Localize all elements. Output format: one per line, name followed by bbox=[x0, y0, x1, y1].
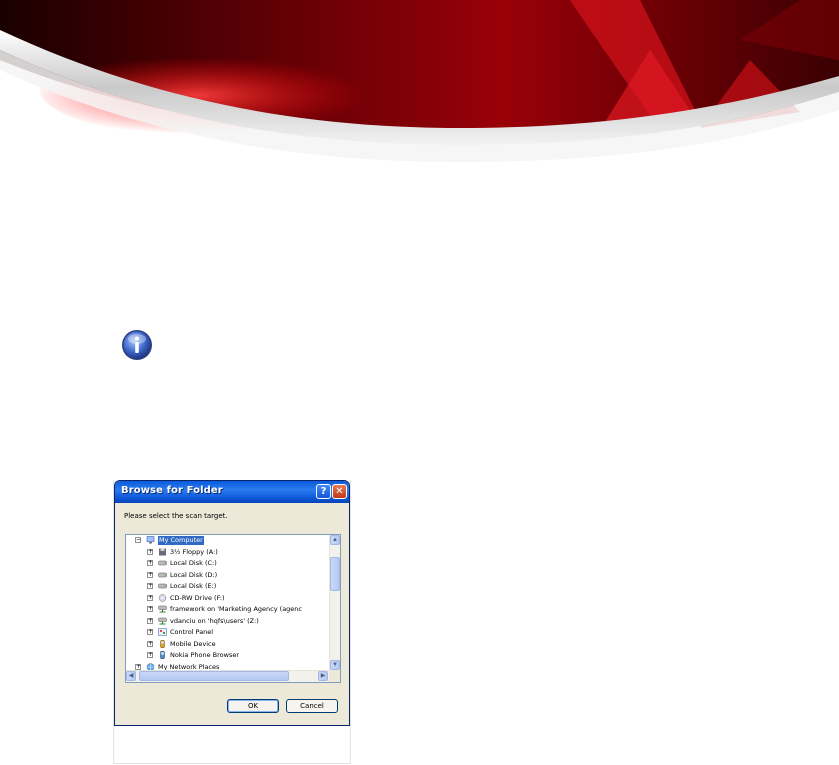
disk-icon bbox=[158, 559, 167, 567]
tree-item[interactable]: +3½ Floppy (A:) bbox=[126, 547, 331, 558]
tree-item[interactable]: + vdanciu on 'hqfs\users' (Z:) bbox=[126, 616, 331, 627]
floppy-icon bbox=[158, 548, 167, 556]
control-panel-icon bbox=[158, 628, 167, 636]
tree-item-label: CD-RW Drive (F:) bbox=[170, 593, 225, 602]
vertical-scroll-thumb[interactable] bbox=[330, 557, 340, 591]
tree-item-label: Local Disk (E:) bbox=[170, 582, 217, 590]
scroll-up-button[interactable]: ▲ bbox=[330, 535, 340, 545]
tree-item-label: My Computer bbox=[158, 536, 204, 545]
horizontal-scroll-thumb[interactable] bbox=[139, 671, 289, 681]
tree-item-label: Nokia Phone Browser bbox=[170, 651, 239, 659]
cancel-button[interactable]: Cancel bbox=[286, 699, 338, 713]
expand-toggle-icon[interactable]: + bbox=[147, 560, 153, 566]
expand-toggle-icon[interactable]: + bbox=[147, 571, 153, 578]
info-icon bbox=[122, 330, 152, 360]
tree-item[interactable]: + Nokia Phone Browser bbox=[126, 650, 331, 661]
expand-toggle-icon[interactable]: + bbox=[135, 663, 141, 670]
tree-item-label: framework on 'Marketing Agency (agenc bbox=[170, 605, 302, 613]
scroll-down-button[interactable]: ▼ bbox=[330, 660, 340, 670]
mobile-device-icon bbox=[158, 639, 167, 648]
expand-toggle-icon[interactable]: + bbox=[147, 548, 153, 555]
dialog-titlebar[interactable]: Browse for Folder ? ✕ bbox=[115, 481, 349, 503]
tree-item[interactable]: − My Computer bbox=[126, 535, 331, 546]
expand-toggle-icon[interactable]: + bbox=[147, 583, 153, 589]
tree-item[interactable]: + Local Disk (E:) bbox=[126, 581, 331, 592]
ok-button[interactable]: OK bbox=[227, 699, 279, 713]
tree-item-label: 3½ Floppy (A:) bbox=[170, 547, 218, 556]
header-banner bbox=[0, 0, 839, 162]
disk-icon bbox=[158, 571, 167, 579]
horizontal-scrollbar[interactable]: ◀ ▶ bbox=[126, 670, 329, 682]
tree-item[interactable]: + Control Panel bbox=[126, 627, 331, 638]
scrollbar-corner bbox=[329, 670, 340, 682]
close-button[interactable]: ✕ bbox=[332, 484, 347, 499]
cd-drive-icon bbox=[158, 593, 167, 602]
page: Browse for Folder ? ✕ Please select the … bbox=[0, 0, 839, 765]
expand-toggle-icon[interactable]: + bbox=[147, 629, 153, 635]
tree-item[interactable]: + Local Disk (D:) bbox=[126, 570, 331, 581]
help-button[interactable]: ? bbox=[316, 484, 331, 499]
tree-item-label: Control Panel bbox=[170, 628, 214, 636]
tree-item[interactable]: + Mobile Device bbox=[126, 639, 331, 650]
expand-toggle-icon[interactable]: + bbox=[147, 594, 153, 601]
expand-toggle-icon[interactable]: − bbox=[135, 537, 141, 543]
network-drive-icon bbox=[158, 617, 167, 625]
phone-browser-icon bbox=[158, 651, 167, 659]
expand-toggle-icon[interactable]: + bbox=[147, 652, 153, 658]
network-drive-icon bbox=[158, 605, 167, 613]
tree-item[interactable]: + CD-RW Drive (F:) bbox=[126, 593, 331, 604]
dialog-title: Browse for Folder bbox=[121, 485, 223, 496]
tree-item-label: Mobile Device bbox=[170, 639, 216, 648]
scroll-left-button[interactable]: ◀ bbox=[126, 671, 136, 681]
tree-item-label: Local Disk (D:) bbox=[170, 570, 218, 579]
folder-tree[interactable]: − My Computer +3½ Floppy (A:) + Local Disk (… bbox=[125, 534, 341, 683]
tree-item-label: vdanciu on 'hqfs\users' (Z:) bbox=[170, 616, 259, 625]
scroll-right-button[interactable]: ▶ bbox=[318, 671, 328, 681]
vertical-scrollbar[interactable]: ▲ ▼ bbox=[329, 535, 340, 670]
expand-toggle-icon[interactable]: + bbox=[147, 617, 153, 624]
expand-toggle-icon[interactable]: + bbox=[147, 606, 153, 612]
disk-icon bbox=[158, 582, 167, 590]
tree-item-label: Local Disk (C:) bbox=[170, 559, 217, 567]
expand-toggle-icon[interactable]: + bbox=[147, 640, 153, 647]
browse-for-folder-dialog: Browse for Folder ? ✕ Please select the … bbox=[114, 480, 350, 726]
tree-item[interactable]: + Local Disk (C:) bbox=[126, 558, 331, 569]
computer-icon bbox=[146, 536, 155, 544]
dialog-prompt: Please select the scan target. bbox=[124, 512, 228, 520]
tree-item[interactable]: + framework on 'Marketing Agency (agenc bbox=[126, 604, 331, 615]
